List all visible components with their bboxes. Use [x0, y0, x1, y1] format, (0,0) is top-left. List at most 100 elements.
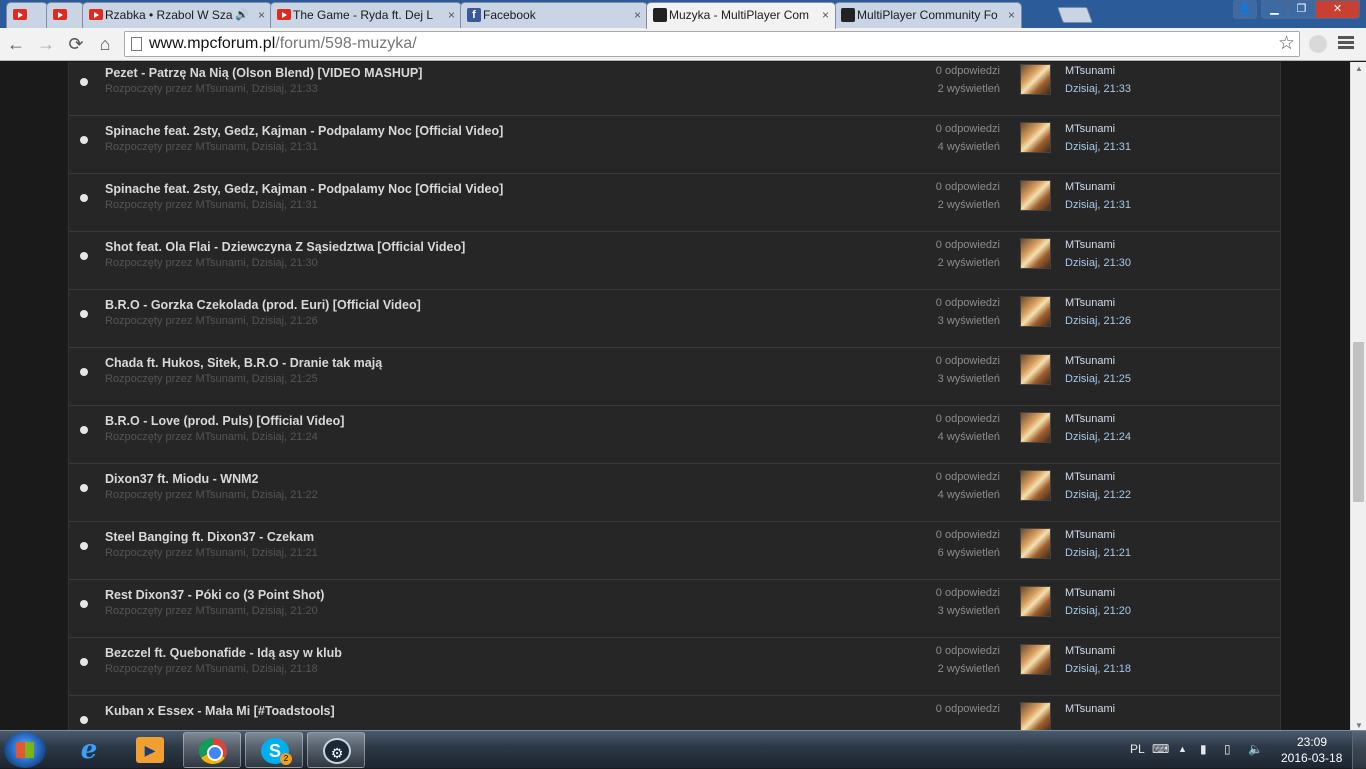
taskbar-skype[interactable]: S2: [245, 732, 303, 768]
show-hidden-icons-arrow[interactable]: ▲: [1178, 744, 1187, 754]
last-poster-name[interactable]: MTsunami: [1065, 355, 1115, 367]
topic-title-link[interactable]: Pezet - Patrzę Na Nią (Olson Blend) [VID…: [105, 66, 422, 80]
last-post-date[interactable]: Dzisiaj, 21:26: [1065, 315, 1131, 327]
last-post-date[interactable]: Dzisiaj, 21:18: [1065, 663, 1131, 675]
scroll-thumb[interactable]: [1353, 342, 1364, 502]
topic-title-link[interactable]: Steel Banging ft. Dixon37 - Czekam: [105, 530, 314, 544]
browser-tab[interactable]: Muzyka - MultiPlayer Com ×: [646, 2, 836, 29]
topic-title-link[interactable]: Chada ft. Hukos, Sitek, B.R.O - Dranie t…: [105, 356, 382, 370]
taskbar-chrome[interactable]: [183, 732, 241, 768]
last-post-date[interactable]: Dzisiaj, 21:31: [1065, 199, 1131, 211]
minimize-button[interactable]: ▁: [1261, 0, 1288, 19]
last-poster-name[interactable]: MTsunami: [1065, 123, 1115, 135]
last-post-date[interactable]: Dzisiaj, 21:25: [1065, 373, 1131, 385]
last-poster-name[interactable]: MTsunami: [1065, 471, 1115, 483]
last-poster-name[interactable]: MTsunami: [1065, 413, 1115, 425]
clock-date[interactable]: 2016-03-18: [1281, 751, 1342, 765]
taskbar-steam[interactable]: ⚙: [307, 732, 365, 768]
clock-time[interactable]: 23:09: [1297, 735, 1327, 749]
topic-title-link[interactable]: Shot feat. Ola Flai - Dziewczyna Z Sąsie…: [105, 240, 465, 254]
topic-started-by: Rozpoczęty przez MTsunami, Dzisiaj, 21:3…: [105, 257, 318, 269]
topic-title-link[interactable]: B.R.O - Love (prod. Puls) [Official Vide…: [105, 414, 344, 428]
last-poster-name[interactable]: MTsunami: [1065, 645, 1115, 657]
reload-button[interactable]: ⟳: [64, 32, 88, 56]
last-poster-name[interactable]: MTsunami: [1065, 181, 1115, 193]
tab-audio-icon[interactable]: 🔊: [235, 3, 249, 27]
scroll-up-arrow[interactable]: ▲: [1355, 64, 1363, 73]
last-poster-avatar[interactable]: [1020, 412, 1051, 443]
last-post-date[interactable]: Dzisiaj, 21:20: [1065, 605, 1131, 617]
topic-title-link[interactable]: Spinache feat. 2sty, Gedz, Kajman - Podp…: [105, 182, 503, 196]
new-tab-button[interactable]: [1057, 7, 1093, 23]
topic-replies-count: 0 odpowiedzi: [935, 645, 1000, 657]
topic-title-link[interactable]: Rest Dixon37 - Póki co (3 Point Shot): [105, 588, 324, 602]
last-poster-name[interactable]: MTsunami: [1065, 587, 1115, 599]
last-poster-avatar[interactable]: [1020, 238, 1051, 269]
start-button[interactable]: [4, 732, 46, 768]
last-poster-avatar[interactable]: [1020, 702, 1051, 732]
last-post-date[interactable]: Dzisiaj, 21:31: [1065, 141, 1131, 153]
close-window-button[interactable]: ✕: [1315, 0, 1360, 19]
volume-icon[interactable]: 🔈: [1248, 742, 1263, 756]
last-poster-avatar[interactable]: [1020, 644, 1051, 675]
last-poster-avatar[interactable]: [1020, 296, 1051, 327]
topic-title-link[interactable]: B.R.O - Gorzka Czekolada (prod. Euri) [O…: [105, 298, 421, 312]
unread-indicator-icon: [80, 484, 88, 492]
last-poster-avatar[interactable]: [1020, 180, 1051, 211]
battery-icon[interactable]: ▯: [1224, 742, 1231, 756]
last-poster-avatar[interactable]: [1020, 528, 1051, 559]
bookmark-star-icon[interactable]: ☆: [1278, 32, 1295, 56]
last-post-date[interactable]: Dzisiaj, 21:30: [1065, 257, 1131, 269]
unread-indicator-icon: [80, 426, 88, 434]
scroll-down-arrow[interactable]: ▼: [1355, 721, 1363, 730]
topic-title-link[interactable]: Bezczel ft. Quebonafide - Idą asy w klub: [105, 646, 342, 660]
taskbar-media-player[interactable]: ▶: [121, 732, 179, 768]
address-bar[interactable]: www.mpcforum.pl/forum/598-muzyka/ ☆: [124, 31, 1300, 57]
last-post-date[interactable]: Dzisiaj, 21:33: [1065, 83, 1131, 95]
last-poster-name[interactable]: MTsunami: [1065, 65, 1115, 77]
last-poster-name[interactable]: MTsunami: [1065, 239, 1115, 251]
tab-close-icon[interactable]: ×: [1008, 3, 1015, 27]
menu-icon[interactable]: [1338, 34, 1354, 54]
browser-tab[interactable]: Rzabka • Rzabol W Sza 🔊 ×: [82, 2, 272, 28]
tab-close-icon[interactable]: ×: [822, 3, 829, 27]
browser-tab[interactable]: The Game - Ryda ft. Dej L ×: [270, 2, 462, 28]
tab-close-icon[interactable]: ×: [258, 3, 265, 27]
forward-button[interactable]: →: [34, 32, 58, 56]
extension-icon[interactable]: [1309, 35, 1327, 53]
tab-title: Muzyka - MultiPlayer Com: [669, 8, 810, 22]
language-indicator[interactable]: PL: [1130, 742, 1145, 756]
taskbar-internet-explorer[interactable]: e: [60, 732, 118, 768]
network-signal-icon[interactable]: ▮: [1200, 742, 1207, 756]
maximize-button[interactable]: ❐: [1288, 0, 1315, 19]
keyboard-icon[interactable]: ⌨: [1152, 742, 1169, 756]
last-post-date[interactable]: Dzisiaj, 21:21: [1065, 547, 1131, 559]
topic-row: Kuban x Essex - Mała Mi [#Toadstools] 0 o…: [69, 696, 1280, 732]
last-poster-avatar[interactable]: [1020, 470, 1051, 501]
last-poster-avatar[interactable]: [1020, 354, 1051, 385]
user-profile-button[interactable]: 👤: [1233, 0, 1257, 19]
home-button[interactable]: ⌂: [93, 32, 117, 56]
last-post-date[interactable]: Dzisiaj, 21:22: [1065, 489, 1131, 501]
browser-tab[interactable]: MultiPlayer Community Fo ×: [834, 2, 1022, 28]
page-scrollbar[interactable]: ▲ ▼: [1350, 62, 1366, 732]
topic-title-link[interactable]: Kuban x Essex - Mała Mi [#Toadstools]: [105, 704, 335, 718]
last-poster-name[interactable]: MTsunami: [1065, 297, 1115, 309]
browser-tab[interactable]: [46, 2, 84, 28]
tab-close-icon[interactable]: ×: [634, 3, 641, 27]
last-poster-avatar[interactable]: [1020, 122, 1051, 153]
last-post-date[interactable]: Dzisiaj, 21:24: [1065, 431, 1131, 443]
back-button[interactable]: ←: [4, 32, 28, 56]
topic-title-link[interactable]: Dixon37 ft. Miodu - WNM2: [105, 472, 258, 486]
last-poster-name[interactable]: MTsunami: [1065, 529, 1115, 541]
last-poster-avatar[interactable]: [1020, 586, 1051, 617]
tab-close-icon[interactable]: ×: [448, 3, 455, 27]
browser-tab[interactable]: [6, 2, 48, 28]
last-poster-avatar[interactable]: [1020, 64, 1051, 95]
last-poster-name[interactable]: MTsunami: [1065, 703, 1115, 715]
topic-views-count: 3 wyświetleń: [937, 373, 1000, 385]
topic-title-link[interactable]: Spinache feat. 2sty, Gedz, Kajman - Podp…: [105, 124, 503, 138]
youtube-icon: [53, 9, 67, 20]
show-desktop-button[interactable]: [1352, 731, 1366, 769]
browser-tab[interactable]: f Facebook ×: [460, 2, 648, 28]
